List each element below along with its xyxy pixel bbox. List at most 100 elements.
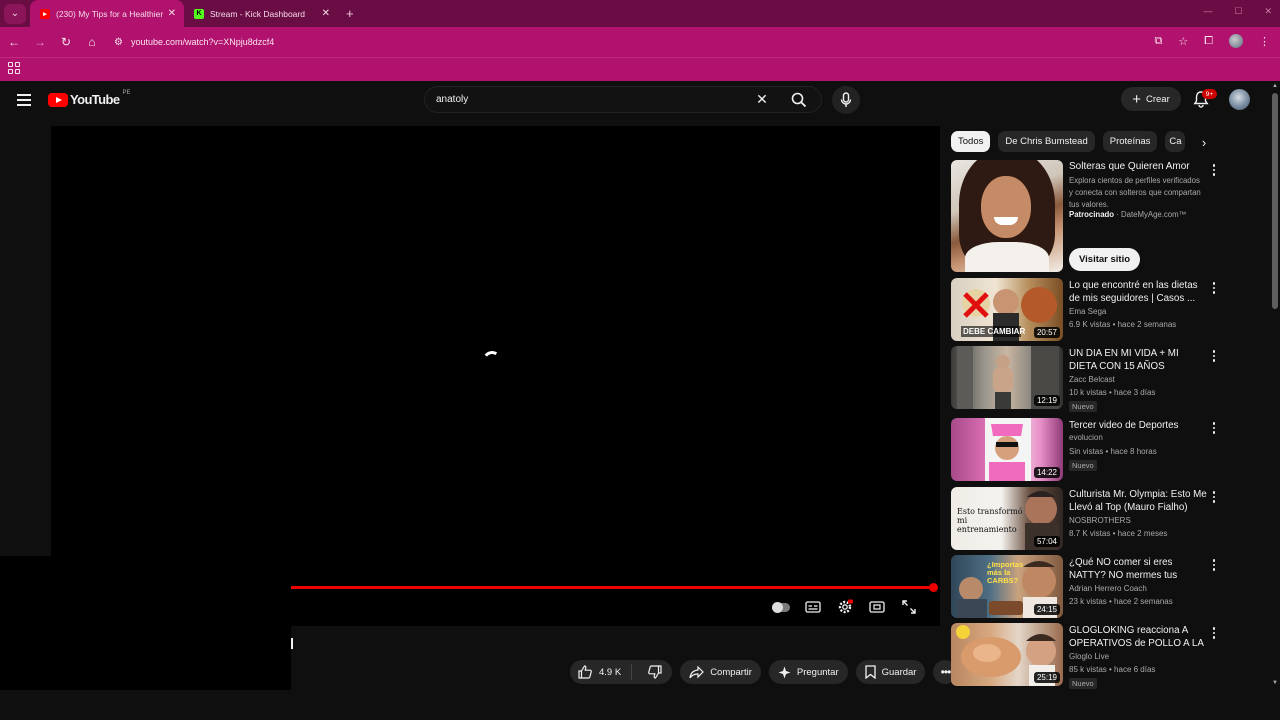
channel-name[interactable]: Ema Sega: [1069, 307, 1106, 316]
video-thumbnail[interactable]: 25:19: [951, 623, 1063, 686]
video-thumbnail[interactable]: DEBE CAMBIAR 20:57: [951, 278, 1063, 341]
close-window-icon[interactable]: ✕: [1264, 6, 1272, 17]
bookmark-icon: [864, 665, 876, 679]
scrollbar-thumb[interactable]: [1272, 93, 1278, 309]
share-icon: [689, 665, 705, 678]
sponsored-ad[interactable]: Solteras que Quieren Amor Explora ciento…: [951, 160, 1221, 272]
video-player[interactable]: [51, 126, 940, 626]
more-vert-icon[interactable]: [1209, 626, 1219, 640]
chip-truncated[interactable]: Ca: [1165, 131, 1186, 152]
tab-close-icon[interactable]: ✕: [168, 8, 176, 19]
video-meta: 8.7 K vistas • hace 2 meses: [1069, 529, 1168, 538]
address-bar[interactable]: ⚙ youtube.com/watch?v=XNpju8dzcf4: [114, 37, 274, 48]
list-item[interactable]: DEBE CAMBIAR 20:57 Lo que encontré en la…: [951, 278, 1221, 341]
home-icon[interactable]: ⌂: [80, 35, 104, 49]
search-box[interactable]: anatoly ✕: [424, 86, 822, 113]
search-button[interactable]: [777, 86, 821, 113]
fullscreen-button[interactable]: [900, 598, 918, 616]
more-vert-icon[interactable]: [1209, 558, 1219, 572]
browser-menu-icon[interactable]: ⋮: [1259, 35, 1270, 48]
install-app-icon[interactable]: ⧉: [1154, 35, 1162, 48]
minimize-icon[interactable]: —: [1203, 6, 1212, 17]
site-info-icon[interactable]: ⚙: [114, 37, 123, 48]
channel-name[interactable]: Adrian Herrero Coach: [1069, 584, 1147, 593]
save-button[interactable]: Guardar: [855, 660, 926, 684]
new-tab-icon[interactable]: +: [346, 6, 354, 21]
new-badge: Nuevo: [1069, 460, 1097, 471]
more-vert-icon[interactable]: [1209, 163, 1219, 177]
share-button[interactable]: Compartir: [680, 660, 761, 684]
ask-button[interactable]: Preguntar: [768, 660, 848, 684]
video-duration: 14:22: [1033, 467, 1060, 478]
video-title[interactable]: GLOGLOKING reacciona A OPERATIVOS de POL…: [1069, 624, 1207, 651]
video-title[interactable]: UN DIA EN MI VIDA + MI DIETA CON 15 AÑOS: [1069, 347, 1207, 373]
thumbs-down-icon: [648, 665, 662, 679]
chip-proteins[interactable]: Proteínas: [1102, 131, 1158, 152]
autoplay-toggle[interactable]: [772, 598, 790, 616]
video-thumbnail[interactable]: ¿Importas más la CARBS? 24:15: [951, 555, 1063, 618]
settings-button[interactable]: [836, 598, 854, 616]
video-title[interactable]: Culturista Mr. Olympia: Esto Me Llevó al…: [1069, 488, 1207, 514]
page-bottom: [0, 690, 1280, 720]
bookmark-star-icon[interactable]: ☆: [1178, 35, 1188, 48]
list-item[interactable]: Esto transformó mi entrenamiento 57:04 C…: [951, 487, 1221, 550]
channel-name[interactable]: NOSBROTHERS: [1069, 516, 1131, 525]
channel-name[interactable]: Zacc Belcast: [1069, 375, 1115, 384]
voice-search-button[interactable]: [832, 86, 860, 114]
account-avatar[interactable]: [1229, 89, 1250, 110]
dislike-button[interactable]: [638, 665, 672, 679]
list-item[interactable]: 12:19 UN DIA EN MI VIDA + MI DIETA CON 1…: [951, 346, 1221, 412]
video-thumbnail[interactable]: 12:19: [951, 346, 1063, 409]
tab-close-icon[interactable]: ✕: [322, 8, 330, 19]
profile-icon[interactable]: [1229, 34, 1243, 48]
video-thumbnail[interactable]: 14:22: [951, 418, 1063, 481]
reload-icon[interactable]: ↻: [54, 35, 78, 49]
chevron-right-icon[interactable]: ›: [1195, 133, 1213, 151]
ad-thumbnail[interactable]: [951, 160, 1063, 272]
progress-bar[interactable]: [291, 586, 934, 589]
maximize-icon[interactable]: ☐: [1234, 6, 1242, 17]
like-button[interactable]: 4.9 K: [570, 664, 633, 680]
notifications-badge: 9+: [1202, 89, 1217, 99]
menu-icon[interactable]: [17, 94, 31, 106]
video-title[interactable]: Lo que encontré en las dietas de mis seg…: [1069, 279, 1207, 305]
tab-title: Stream - Kick Dashboard: [210, 8, 305, 19]
more-vert-icon[interactable]: [1209, 281, 1219, 295]
forward-icon[interactable]: →: [28, 35, 52, 49]
channel-name[interactable]: Gloglo Live: [1069, 652, 1109, 661]
scroll-up-icon[interactable]: ▲: [1272, 83, 1278, 89]
youtube-logo[interactable]: YouTube PE: [48, 90, 131, 107]
more-vert-icon[interactable]: [1209, 421, 1219, 435]
list-item[interactable]: ¿Importas más la CARBS? 24:15 ¿Qué NO co…: [951, 555, 1221, 618]
list-item[interactable]: 14:22 Tercer video de Deportes evolucion…: [951, 418, 1221, 481]
progress-scrubber[interactable]: [929, 583, 938, 592]
filter-chips: Todos De Chris Bumstead Proteínas Ca: [951, 131, 1186, 152]
video-duration: 12:19: [1033, 395, 1060, 406]
extensions-icon[interactable]: ⧠: [1204, 35, 1213, 48]
create-button[interactable]: + Crear: [1121, 87, 1181, 111]
more-vert-icon[interactable]: [1209, 490, 1219, 504]
tab-kick[interactable]: K Stream - Kick Dashboard ✕: [184, 0, 338, 27]
video-title[interactable]: ¿Qué NO comer si eres NATTY? NO mermes t…: [1069, 556, 1207, 583]
tab-youtube[interactable]: ▸ (230) My Tips for a Healthier Ap ✕: [30, 0, 184, 27]
visit-site-button[interactable]: Visitar sitio: [1069, 248, 1141, 271]
plus-icon: +: [1132, 90, 1141, 108]
video-duration: 25:19: [1033, 672, 1060, 683]
list-item[interactable]: 25:19 GLOGLOKING reacciona A OPERATIVOS …: [951, 623, 1221, 689]
video-thumbnail[interactable]: Esto transformó mi entrenamiento 57:04: [951, 487, 1063, 550]
more-vert-icon[interactable]: [1209, 349, 1219, 363]
back-icon[interactable]: ←: [2, 35, 26, 49]
channel-name[interactable]: evolucion: [1069, 433, 1103, 442]
video-title[interactable]: Tercer video de Deportes: [1069, 419, 1207, 432]
miniplayer-button[interactable]: [868, 598, 886, 616]
chip-chris-bumstead[interactable]: De Chris Bumstead: [998, 131, 1095, 152]
tab-search-icon[interactable]: ⌄: [4, 3, 26, 24]
search-input[interactable]: anatoly: [425, 94, 747, 105]
chip-all[interactable]: Todos: [951, 131, 991, 152]
url-text: youtube.com/watch?v=XNpju8dzcf4: [130, 37, 275, 47]
subtitles-button[interactable]: [804, 598, 822, 616]
apps-grid-icon[interactable]: [8, 62, 20, 74]
clear-search-icon[interactable]: ✕: [747, 91, 777, 108]
ad-title[interactable]: Solteras que Quieren Amor: [1069, 161, 1190, 172]
scroll-down-icon[interactable]: ▼: [1272, 680, 1278, 686]
